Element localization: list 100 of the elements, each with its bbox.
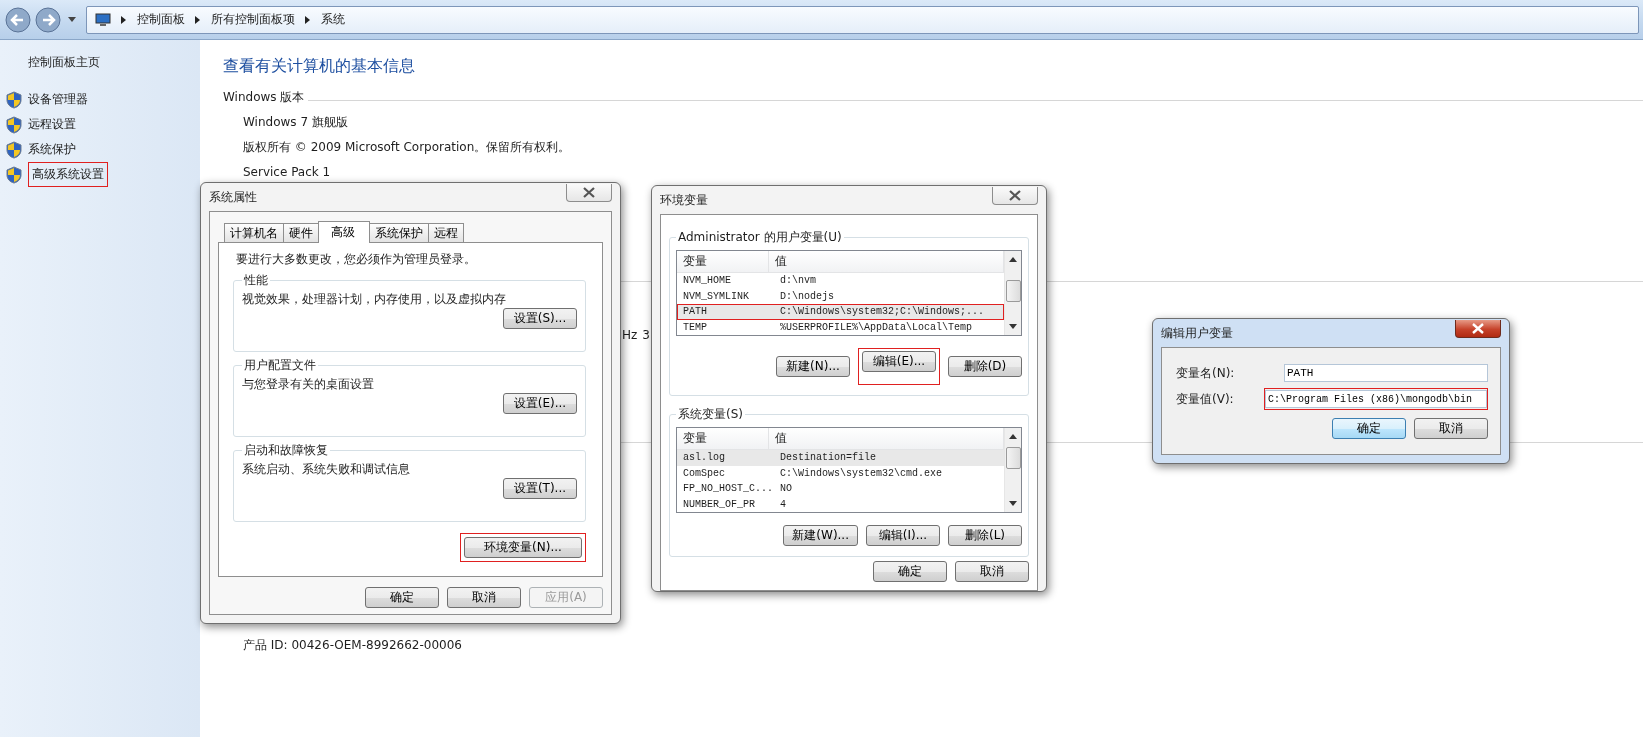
scroll-up-icon[interactable] — [1009, 257, 1017, 262]
group-description: 与您登录有关的桌面设置 — [242, 376, 375, 393]
table-cell-text: d:\nvm — [779, 275, 817, 287]
forward-button[interactable] — [34, 5, 62, 34]
tab[interactable]: 远程 — [428, 223, 464, 242]
back-button[interactable] — [4, 5, 32, 34]
group-description: 视觉效果，处理器计划，内存使用，以及虚拟内存 — [242, 291, 507, 308]
section-heading: Windows 版本 — [223, 89, 305, 106]
table-cell-text: NUMBER_OF_PR — [682, 498, 756, 510]
table-cell-text: PATH — [682, 306, 708, 318]
info-text: 产品 ID: 00426-OEM-8992662-00006 — [243, 637, 462, 654]
dialog-title: 编辑用户变量 — [1161, 324, 1233, 342]
dialog-title: 系统属性 — [209, 188, 257, 206]
close-button[interactable] — [1455, 320, 1501, 338]
tab[interactable]: 高级 — [318, 221, 370, 243]
dialog-title: 环境变量 — [660, 191, 708, 209]
group-title: 启动和故障恢复 — [243, 442, 329, 459]
sidebar-link[interactable]: 远程设置 — [28, 116, 76, 133]
table-cell-text: D:\nodejs — [779, 290, 835, 302]
dialog-button[interactable]: 确定 — [365, 587, 439, 608]
tab[interactable]: 系统保护 — [369, 223, 429, 242]
breadcrumb-item[interactable]: 系统 — [321, 11, 345, 28]
dialog-button[interactable]: 确定 — [873, 561, 947, 582]
dialog-button[interactable]: 取消 — [1414, 418, 1488, 439]
table-cell-text: ComSpec — [682, 467, 726, 479]
note-text: 要进行大多数更改，您必须作为管理员登录。 — [236, 251, 477, 268]
dialog-button[interactable]: 确定 — [1332, 418, 1406, 439]
sidebar-link[interactable]: 高级系统设置 — [32, 166, 104, 183]
list-button[interactable]: 新建(W)... — [783, 525, 858, 546]
list-row[interactable]: NUMBER_OF_PR 4 — [677, 496, 1004, 512]
input-field[interactable]: C:\Program Files (x86)\mongodb\bin — [1265, 390, 1487, 408]
table-cell-text: FP_NO_HOST_C... — [682, 483, 774, 495]
chevron-icon[interactable] — [305, 15, 311, 24]
info-text: Service Pack 1 — [243, 164, 331, 181]
computer-icon — [95, 12, 111, 27]
table-cell-text: NO — [779, 483, 793, 495]
sidebar-link[interactable]: 控制面板主页 — [28, 54, 100, 71]
group-description: 系统启动、系统失败和调试信息 — [242, 461, 411, 478]
scroll-up-icon[interactable] — [1009, 434, 1017, 439]
shield-icon — [6, 115, 22, 134]
breadcrumb-item[interactable]: 控制面板 — [137, 11, 185, 28]
sidebar-link[interactable]: 系统保护 — [28, 141, 76, 158]
column-header[interactable]: 变量 — [677, 428, 769, 450]
table-cell-text: %USERPROFILE%\AppData\Local\Temp — [779, 321, 974, 333]
close-button[interactable] — [566, 184, 612, 202]
table-cell-text: Destination=file — [779, 452, 877, 464]
close-icon — [582, 187, 596, 198]
group-title: Administrator 的用户变量(U) — [677, 229, 843, 246]
scroll-down-icon[interactable] — [1009, 501, 1017, 506]
chevron-icon[interactable] — [121, 15, 127, 24]
scrollbar-thumb[interactable] — [1005, 447, 1021, 469]
input-field[interactable]: PATH — [1284, 364, 1488, 382]
dialog-button[interactable]: 取消 — [955, 561, 1029, 582]
dropdown-icon[interactable] — [68, 16, 76, 23]
list-row[interactable]: NVM_HOME d:\nvm — [677, 273, 1004, 289]
close-icon — [1471, 323, 1485, 334]
settings-button[interactable]: 设置(T)... — [503, 478, 577, 499]
tab[interactable]: 硬件 — [283, 223, 319, 242]
list-row[interactable]: TEMP %USERPROFILE%\AppData\Local\Temp — [677, 319, 1004, 335]
info-text: 版权所有 © 2009 Microsoft Corporation。保留所有权利。 — [243, 139, 571, 156]
list-row[interactable]: asl.log Destination=file — [677, 450, 1004, 466]
list-row[interactable]: FP_NO_HOST_C... NO — [677, 481, 1004, 497]
list-row[interactable]: NVM_SYMLINK D:\nodejs — [677, 288, 1004, 304]
scrollbar-thumb[interactable] — [1005, 280, 1021, 302]
breadcrumb-item[interactable]: 所有控制面板项 — [211, 11, 295, 28]
list-button[interactable]: 编辑(E)... — [862, 351, 936, 372]
scrollbar[interactable] — [1004, 428, 1021, 512]
field-label: 变量值(V): — [1176, 390, 1234, 408]
settings-button[interactable]: 设置(S)... — [503, 308, 577, 329]
back-icon — [5, 6, 31, 33]
info-text: Windows 7 旗舰版 — [243, 114, 348, 131]
shield-icon — [6, 90, 22, 109]
list-button[interactable]: 删除(L) — [948, 525, 1022, 546]
highlight-frame[interactable]: PATH C:\Windows\system32;C:\Windows;... — [677, 304, 1004, 320]
table-cell-text: NVM_HOME — [682, 275, 732, 287]
group-title: 用户配置文件 — [243, 357, 317, 374]
sidebar-link[interactable]: 设备管理器 — [28, 91, 88, 108]
scrollbar[interactable] — [1004, 251, 1021, 335]
list-button[interactable]: 编辑(I)... — [866, 525, 940, 546]
address-field[interactable]: 控制面板 所有控制面板项 系统 — [86, 5, 1639, 34]
list-row[interactable]: ComSpec C:\Windows\system32\cmd.exe — [677, 465, 1004, 481]
list-button[interactable]: 新建(N)... — [776, 356, 850, 377]
scroll-down-icon[interactable] — [1009, 324, 1017, 329]
list-button[interactable]: 删除(D) — [948, 356, 1022, 377]
settings-button[interactable]: 设置(E)... — [503, 393, 577, 414]
close-button[interactable] — [992, 187, 1038, 205]
table-cell-text: asl.log — [682, 452, 726, 464]
table-cell-text: C:\Windows\system32\cmd.exe — [779, 467, 944, 479]
close-icon — [1008, 190, 1022, 201]
shield-icon — [6, 165, 22, 184]
column-header[interactable]: 值 — [769, 428, 1004, 450]
environment-variables-button[interactable]: 环境变量(N)... — [464, 537, 582, 558]
chevron-icon[interactable] — [195, 15, 201, 24]
dialog-button[interactable]: 取消 — [447, 587, 521, 608]
info-text: 3 — [642, 328, 650, 342]
tab[interactable]: 计算机名 — [224, 223, 284, 242]
column-header[interactable]: 值 — [769, 251, 1004, 273]
column-header[interactable]: 变量 — [677, 251, 769, 273]
table-cell-text: 4 — [779, 498, 787, 510]
group-title: 系统变量(S) — [677, 406, 744, 423]
